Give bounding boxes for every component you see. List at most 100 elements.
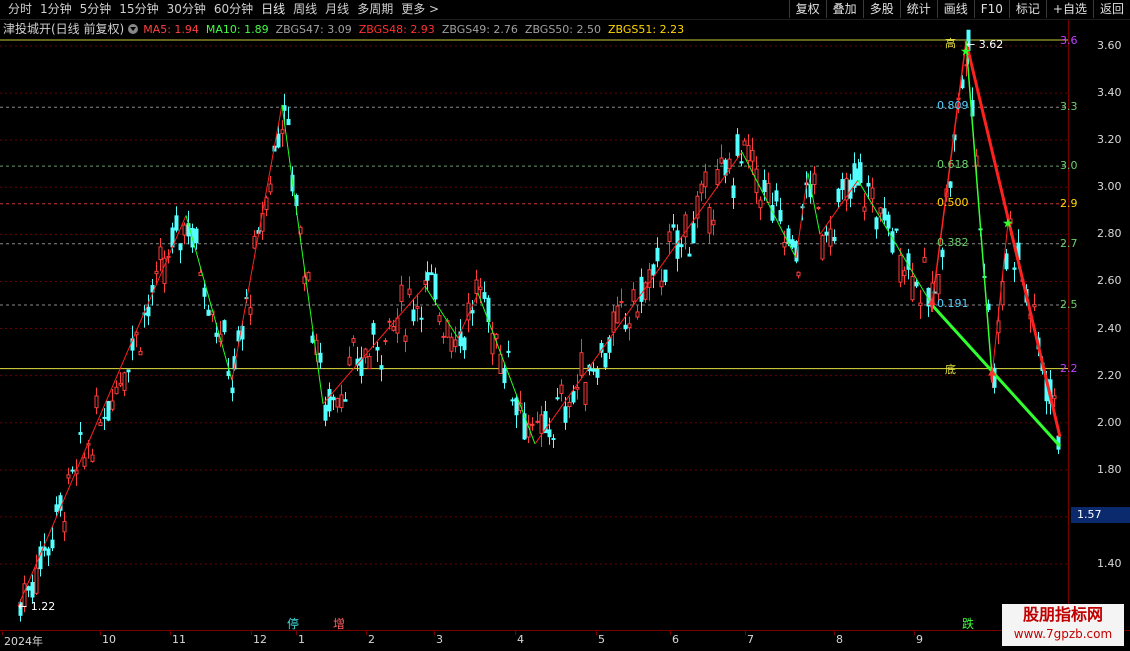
candle-body-7 <box>46 548 51 556</box>
price-label-2: 3.20 <box>1097 133 1122 147</box>
right-level-label-6: 2.2 <box>1060 361 1078 375</box>
candle-body-214 <box>866 182 871 187</box>
candle-body-151 <box>619 300 624 304</box>
candle-body-99 <box>411 309 416 322</box>
candle-body-252 <box>1012 267 1017 270</box>
candle-body-220 <box>890 231 895 253</box>
candle-body-119 <box>490 332 495 355</box>
candle-body-116 <box>478 286 483 291</box>
candle-body-228 <box>922 256 927 263</box>
candle-body-23 <box>110 400 115 410</box>
candle-body-13 <box>70 469 75 472</box>
candle-body-162 <box>663 269 668 283</box>
candle-body-30 <box>138 350 143 356</box>
candle-body-257 <box>1032 304 1037 308</box>
candle-body-140 <box>575 386 580 390</box>
candle-body-175 <box>715 169 720 186</box>
zigzag-segment-13 <box>857 179 933 306</box>
candle-body-157 <box>643 282 648 300</box>
date-label-7: 4 <box>517 633 524 646</box>
candle-body-15 <box>78 432 83 435</box>
candle-body-204 <box>828 228 833 247</box>
date-tick-6 <box>434 631 435 635</box>
date-tick-7 <box>515 631 516 635</box>
candle-body-222 <box>898 254 903 283</box>
candle-body-203 <box>824 231 829 236</box>
candle-body-192 <box>782 242 787 248</box>
candle-body-200 <box>812 173 817 185</box>
candle-body-138 <box>567 401 572 407</box>
candle-body-107 <box>441 335 446 338</box>
candle-body-18 <box>90 454 95 462</box>
candle-body-194 <box>790 239 795 248</box>
candle-body-123 <box>506 350 511 353</box>
candle-body-80 <box>335 397 340 408</box>
top-marker: 高 <box>945 37 956 50</box>
fan-line-up <box>931 41 967 306</box>
kline-chart[interactable]: ★★ <box>0 0 1130 650</box>
candle-body-160 <box>655 247 660 262</box>
candle-body-145 <box>595 369 600 378</box>
candle-body-83 <box>347 356 352 366</box>
price-label-5: 2.60 <box>1097 274 1122 288</box>
candle-body-79 <box>331 396 336 401</box>
price-label-3: 3.00 <box>1097 180 1122 194</box>
event-marker-2[interactable]: 跌 <box>962 615 974 632</box>
candle-body-141 <box>579 352 584 376</box>
candle-body-207 <box>840 179 845 190</box>
date-label-8: 5 <box>598 633 605 646</box>
candle-body-124 <box>510 399 515 402</box>
candle-body-130 <box>535 420 540 423</box>
candle-body-176 <box>719 157 724 164</box>
candle-body-144 <box>591 368 596 372</box>
candle-body-19 <box>94 395 99 409</box>
candle-body-27 <box>126 369 131 373</box>
zigzag-segment-5 <box>424 285 459 339</box>
candle-body-179 <box>731 185 736 198</box>
candle-body-90 <box>375 346 380 351</box>
zigzag-segment-4 <box>322 285 426 405</box>
fib-label-1: 0.618 <box>937 158 969 172</box>
candle-body-219 <box>886 214 891 229</box>
candle-body-9 <box>54 504 59 512</box>
fib-label-4: 0.191 <box>937 297 969 310</box>
candle-body-78 <box>327 388 332 412</box>
date-label-10: 7 <box>747 633 754 646</box>
candle-body-218 <box>882 208 887 221</box>
price-label-1: 3.40 <box>1097 86 1122 100</box>
candle-body-97 <box>403 335 408 342</box>
candle-body-190 <box>774 190 779 202</box>
candle-body-201 <box>816 207 821 210</box>
candle-body-12 <box>66 474 71 479</box>
candle-body-5 <box>38 546 43 570</box>
high-price-label: ← 3.62 <box>966 38 1004 51</box>
candles <box>18 29 1061 622</box>
candle-body-161 <box>659 280 664 288</box>
candle-body-68 <box>286 118 291 126</box>
candle-body-156 <box>639 276 644 302</box>
candle-body-25 <box>118 382 123 386</box>
candle-body-104 <box>429 272 434 276</box>
event-marker-0[interactable]: 停 <box>287 615 299 632</box>
candle-body-153 <box>627 323 632 329</box>
candle-body-24 <box>114 386 119 395</box>
date-tick-2 <box>170 631 171 635</box>
candle-body-82 <box>343 399 348 402</box>
candle-body-92 <box>383 340 388 343</box>
candle-body-95 <box>395 317 400 334</box>
candle-body-109 <box>449 336 454 352</box>
candle-body-96 <box>399 284 404 303</box>
right-level-label-5: 2.5 <box>1060 298 1078 311</box>
date-axis: 2024年 10 11 12 1 2 3 4 5 6 7 8 9 <box>0 630 1130 651</box>
event-marker-1[interactable]: 增 <box>333 615 345 632</box>
candle-body-250 <box>1004 253 1009 270</box>
candle-body-20 <box>98 422 103 427</box>
date-tick-1 <box>100 631 101 635</box>
candle-body-232 <box>936 273 941 295</box>
candle-body-65 <box>276 133 281 148</box>
date-tick-0 <box>2 631 3 635</box>
candle-body-102 <box>423 280 428 286</box>
low-price-label: ← 1.22 <box>18 600 56 613</box>
candle-body-76 <box>318 352 323 363</box>
candle-body-8 <box>50 539 55 549</box>
